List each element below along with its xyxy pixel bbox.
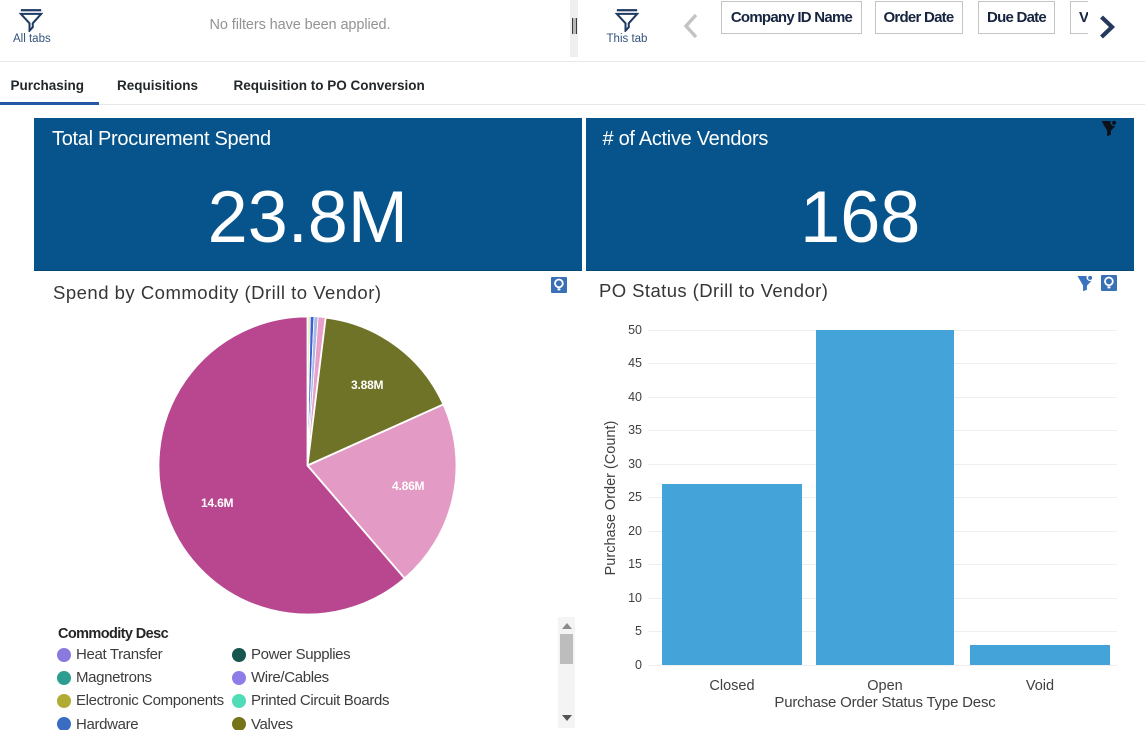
svg-text:3.88M: 3.88M [351,378,384,392]
svg-text:14.6M: 14.6M [201,496,234,510]
svg-text:4.86M: 4.86M [392,479,425,493]
